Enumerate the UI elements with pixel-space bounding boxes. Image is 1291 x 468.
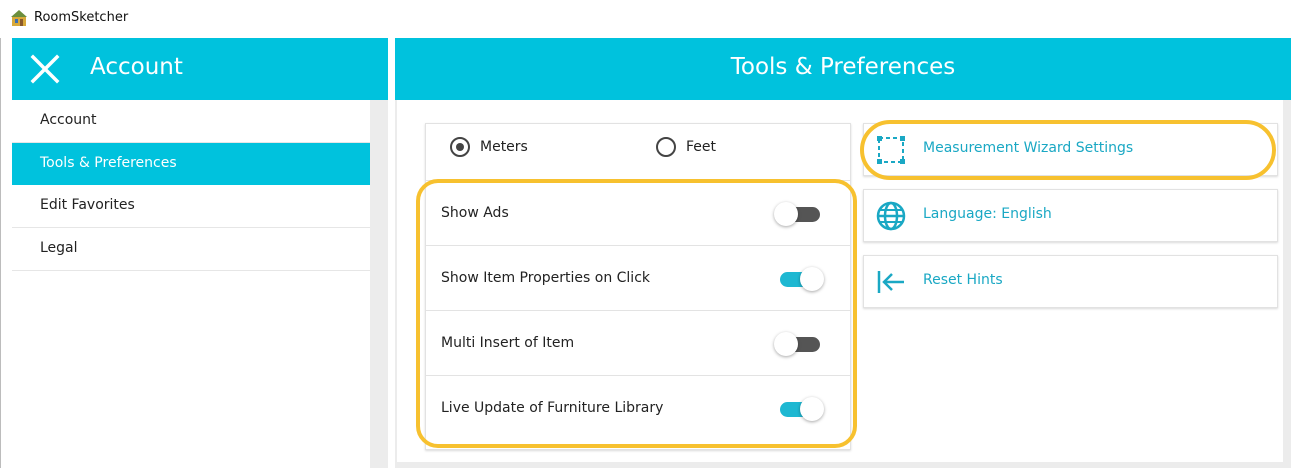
reset-hints-button[interactable]: Reset Hints [863, 255, 1278, 308]
toggle-knob [774, 202, 798, 226]
app-logo-icon [11, 10, 27, 26]
toggle-knob [800, 267, 824, 291]
option-label: Language: English [923, 206, 1052, 222]
toggle-knob [800, 397, 824, 421]
sidebar-item-label: Account [40, 112, 97, 128]
feet-label: Feet [686, 139, 717, 155]
toggle-row-show-ads: Show Ads [426, 180, 850, 246]
sidebar-item-label: Legal [40, 240, 78, 256]
sidebar-item-tools-preferences[interactable]: Tools & Preferences [12, 143, 370, 185]
measurement-wizard-settings-button[interactable]: Measurement Wizard Settings [863, 123, 1278, 176]
window-title: RoomSketcher [34, 10, 129, 25]
toggle-row-live-update: Live Update of Furniture Library [426, 375, 850, 441]
show-ads-toggle[interactable] [774, 201, 826, 227]
multi-insert-toggle[interactable] [774, 331, 826, 357]
toggle-label: Show Ads [441, 205, 509, 221]
preferences-panel: Tools & Preferences Meters Feet Show Ads… [395, 38, 1291, 468]
page-title: Tools & Preferences [730, 54, 956, 80]
measurement-frame-icon [877, 136, 905, 164]
toggle-row-multi-insert: Multi Insert of Item [426, 310, 850, 376]
toggle-knob [774, 332, 798, 356]
language-button[interactable]: Language: English [863, 189, 1278, 242]
arrow-left-bar-icon [877, 271, 904, 293]
close-icon[interactable] [28, 52, 62, 86]
sidebar-header: Account [12, 38, 388, 100]
panel-header: Tools & Preferences [395, 38, 1291, 100]
toggle-row-show-item-properties: Show Item Properties on Click [426, 245, 850, 311]
window-edge [0, 38, 1, 468]
option-label: Reset Hints [923, 272, 1003, 288]
account-sidebar: Account Account Tools & Preferences Edit… [12, 38, 388, 468]
sidebar-item-label: Edit Favorites [40, 197, 135, 213]
sidebar-menu: Account Tools & Preferences Edit Favorit… [12, 100, 370, 468]
meters-radio[interactable]: Meters [450, 137, 550, 161]
globe-icon [876, 201, 906, 231]
sidebar-item-legal[interactable]: Legal [12, 228, 370, 271]
toggle-label: Show Item Properties on Click [441, 270, 650, 286]
sidebar-item-account[interactable]: Account [12, 100, 370, 143]
toggle-label: Multi Insert of Item [441, 335, 575, 351]
meters-label: Meters [480, 139, 528, 155]
sidebar-title: Account [90, 54, 183, 80]
live-update-toggle[interactable] [774, 396, 826, 422]
sidebar-item-label: Tools & Preferences [40, 155, 177, 171]
preferences-content: Meters Feet Show Ads Show Item Propertie… [397, 100, 1283, 462]
radio-dot [456, 143, 464, 151]
radio-circle [656, 137, 676, 157]
feet-radio[interactable]: Feet [656, 137, 736, 161]
radio-circle [450, 137, 470, 157]
units-and-toggles-card: Meters Feet Show Ads Show Item Propertie… [425, 123, 851, 450]
title-bar: RoomSketcher [0, 0, 1291, 38]
sidebar-item-edit-favorites[interactable]: Edit Favorites [12, 185, 370, 228]
toggle-label: Live Update of Furniture Library [441, 400, 664, 416]
show-item-properties-toggle[interactable] [774, 266, 826, 292]
option-label: Measurement Wizard Settings [923, 140, 1134, 156]
